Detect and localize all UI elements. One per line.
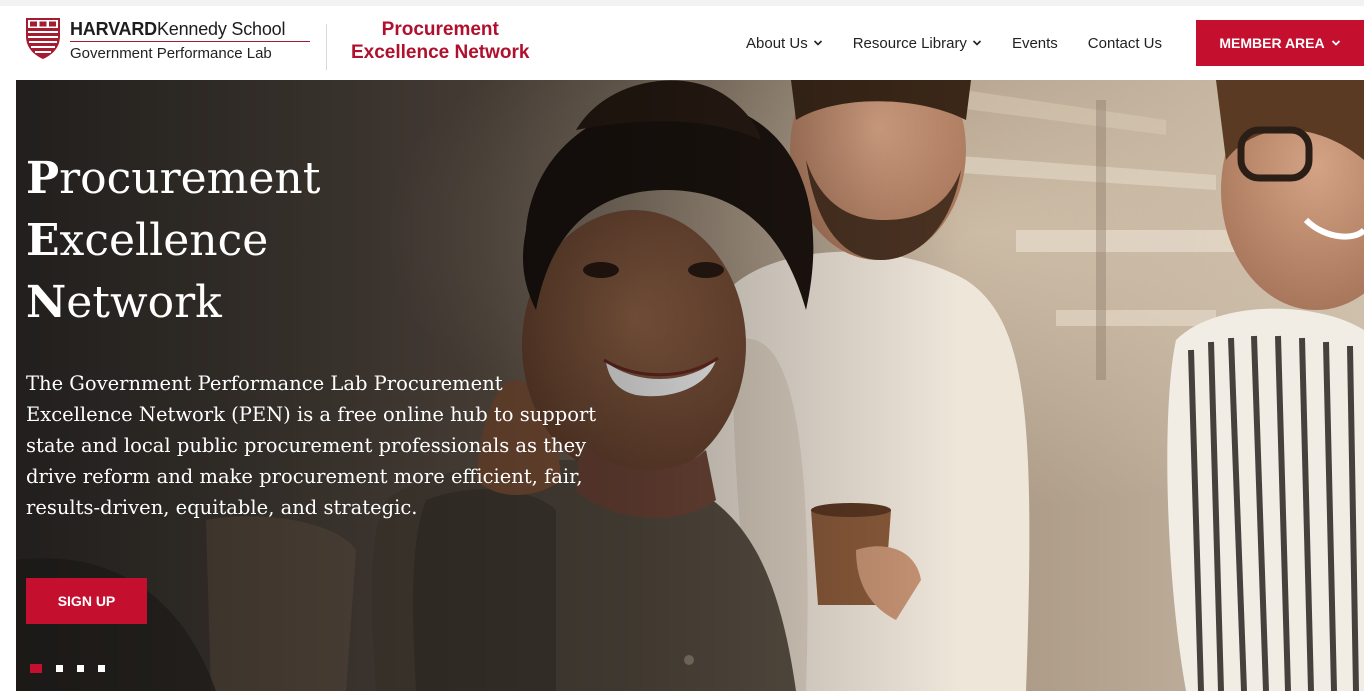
hks-title-rest: Kennedy School [156, 19, 286, 39]
carousel-indicators [30, 664, 105, 673]
hero-description-line: results-driven, equitable, and strategic… [26, 496, 418, 519]
hero-title-cap: E [26, 215, 60, 266]
main-nav: About Us Resource Library Events Contact… [746, 6, 1364, 80]
hero-description-line: Excellence Network (PEN) is a free onlin… [26, 403, 597, 426]
pen-brand-logo[interactable]: Procurement Excellence Network [351, 18, 529, 64]
hero-title: Procurement Excellence Network [26, 148, 320, 334]
carousel-dot-2[interactable] [56, 665, 63, 672]
hks-title: HARVARDKennedy School [70, 19, 310, 39]
member-area-label: MEMBER AREA [1219, 35, 1325, 51]
hero-title-line: Network [26, 272, 320, 334]
hero-title-rest: rocurement [59, 153, 321, 204]
hero-title-rest: xcellence [59, 215, 269, 266]
carousel-dot-1[interactable] [30, 664, 42, 673]
sign-up-label: SIGN UP [57, 593, 116, 609]
nav-item-events[interactable]: Events [1012, 35, 1058, 52]
nav-label-contact-us: Contact Us [1087, 34, 1162, 52]
hks-rule [70, 41, 310, 42]
hks-title-bold: HARVARD [70, 19, 157, 39]
hero-title-cap: P [26, 153, 60, 204]
logo-divider [326, 24, 327, 70]
hero-title-cap: N [26, 277, 67, 328]
hero-title-rest: etwork [66, 277, 222, 328]
chevron-down-icon [1331, 40, 1340, 46]
nav-item-contact-us[interactable]: Contact Us [1088, 35, 1162, 52]
hero-description-line: drive reform and make procurement more e… [26, 465, 583, 488]
nav-label-about-us: About Us [746, 34, 808, 52]
nav-item-resource-library[interactable]: Resource Library [853, 35, 982, 52]
hero-title-line: Procurement [26, 148, 320, 210]
carousel-dot-3[interactable] [77, 665, 84, 672]
pen-brand-line1: Procurement [381, 19, 499, 40]
sign-up-button[interactable]: SIGN UP [26, 578, 147, 624]
nav-label-resource-library: Resource Library [852, 34, 967, 52]
nav-label-events: Events [1011, 34, 1058, 52]
carousel-dot-4[interactable] [98, 665, 105, 672]
member-area-button[interactable]: MEMBER AREA [1196, 20, 1364, 66]
pen-brand-line2: Excellence Network [351, 42, 530, 63]
chevron-down-icon [972, 40, 982, 46]
hero-description-line: The Government Performance Lab Procureme… [26, 372, 503, 395]
hero-title-line: Excellence [26, 210, 320, 272]
nav-item-about-us[interactable]: About Us [746, 35, 823, 52]
hero-description-line: state and local public procurement profe… [26, 434, 587, 457]
hks-logo[interactable]: HARVARDKennedy School Government Perform… [24, 16, 310, 62]
hero-banner: Procurement Excellence Network The Gover… [16, 80, 1364, 691]
chevron-down-icon [813, 40, 822, 46]
hks-subtitle: Government Performance Lab [70, 45, 272, 62]
harvard-shield-icon [26, 18, 60, 59]
site-header: HARVARDKennedy School Government Perform… [0, 0, 1364, 80]
hero-description: The Government Performance Lab Procureme… [26, 368, 726, 523]
